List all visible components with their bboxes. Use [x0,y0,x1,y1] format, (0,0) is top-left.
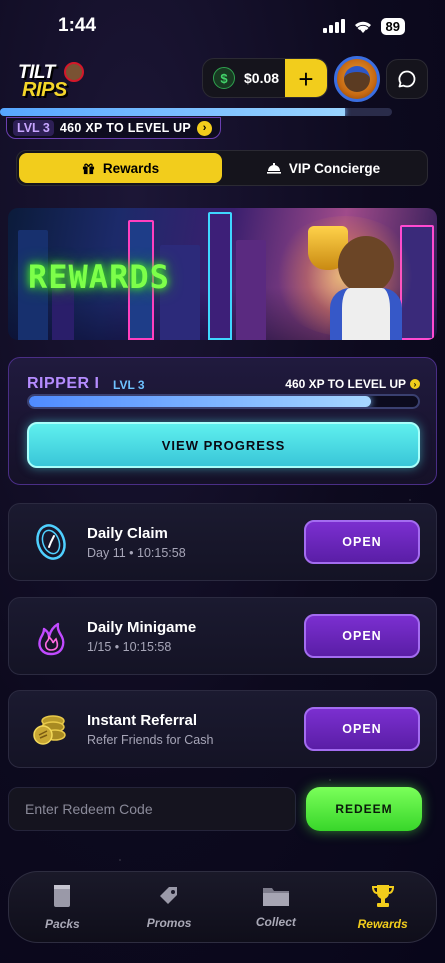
level-up-pill[interactable]: LVL 3 460 XP TO LEVEL UP › [6,117,222,139]
concierge-icon [266,163,281,174]
nav-item-promos[interactable]: Promos [116,872,223,942]
user-avatar[interactable] [334,56,380,102]
dollar-icon: $ [213,67,235,89]
add-funds-button[interactable]: + [285,59,327,97]
level-progress-bar [27,394,420,409]
nav-label: Rewards [357,917,408,931]
tab-vip-concierge[interactable]: VIP Concierge [222,153,425,183]
level-badge: LVL 3 [13,120,54,136]
xp-progress-bar [0,108,392,116]
status-icons: 89 [322,17,405,35]
open-daily-minigame-button[interactable]: OPEN [304,614,420,658]
chat-button[interactable] [386,59,428,99]
monkey-jacket-illustration [330,288,402,340]
monkey-mascot-illustration [338,236,394,294]
level-progress-fill [29,396,372,407]
flame-icon [38,622,65,656]
reward-row-daily-minigame: Daily Minigame 1/15 • 10:15:58 OPEN [8,597,437,675]
gift-icon [82,163,94,174]
balance-amount: $0.08 [244,70,280,86]
xp-to-level-text: 460 XP TO LEVEL UP [59,121,192,135]
rewards-banner: REWARDS [8,208,437,340]
trophy-icon [371,885,394,907]
tiltrips-logo[interactable]: TILT RIPS [18,60,84,101]
nav-label: Promos [146,916,192,930]
reward-row-daily-claim: Daily Claim Day 11 • 10:15:58 OPEN [8,503,437,581]
avatar-mascot-icon [344,66,370,92]
rewards-tabs: Rewards VIP Concierge [16,150,428,186]
nav-item-rewards[interactable]: Rewards [329,872,436,942]
reward-subtitle: 1/15 • 10:15:58 [87,640,172,654]
nav-item-packs[interactable]: Packs [9,872,116,942]
view-progress-button[interactable]: VIEW PROGRESS [27,422,420,468]
banner-title: REWARDS [28,258,170,296]
xp-progress-fill [0,108,345,116]
tab-rewards-label: Rewards [102,160,160,176]
chevron-right-icon: › [410,379,420,389]
redeem-button[interactable]: REDEEM [306,787,422,831]
reward-subtitle: Day 11 • 10:15:58 [87,546,186,560]
tag-icon [160,887,178,904]
redeem-code-input[interactable] [8,787,296,831]
wallet-balance[interactable]: $ $0.08 + [202,58,328,98]
logo-mascot-icon [64,62,84,82]
card-xp-text: 460 XP TO LEVEL UP [285,377,406,391]
level-progress-card: RIPPER I LVL 3 460 XP TO LEVEL UP › VIEW… [8,357,437,485]
reward-subtitle: Refer Friends for Cash [87,733,214,747]
folder-icon [262,888,289,906]
reward-title: Instant Referral [87,712,198,729]
cellular-signal-icon [322,19,345,33]
nav-label: Collect [255,915,296,929]
nav-label: Packs [45,917,80,931]
coins-icon [33,715,66,745]
chat-bubble-icon [398,70,416,88]
reward-title: Daily Claim [87,525,168,542]
bottom-navigation: Packs Promos Collect Rewards [8,871,437,943]
open-instant-referral-button[interactable]: OPEN [304,707,420,751]
battery-indicator: 89 [380,17,405,35]
pack-icon [54,885,71,907]
reward-row-instant-referral: Instant Referral Refer Friends for Cash … [8,690,437,768]
status-time: 1:44 [58,15,97,36]
status-bar: 1:44 89 [0,0,445,52]
card-xp-info: 460 XP TO LEVEL UP › [285,377,420,391]
rank-name: RIPPER I [27,375,100,392]
tab-vip-concierge-label: VIP Concierge [288,160,381,176]
clock-coin-icon [36,524,66,560]
logo-text-line2: RIPS [22,79,67,101]
app-header: TILT RIPS $ $0.08 + [0,56,445,102]
chevron-right-icon: › [197,120,213,136]
open-daily-claim-button[interactable]: OPEN [304,520,420,564]
wifi-icon [354,21,371,33]
tab-rewards[interactable]: Rewards [19,153,222,183]
rank-level: LVL 3 [113,378,145,392]
reward-title: Daily Minigame [87,619,197,636]
nav-item-collect[interactable]: Collect [223,872,330,942]
